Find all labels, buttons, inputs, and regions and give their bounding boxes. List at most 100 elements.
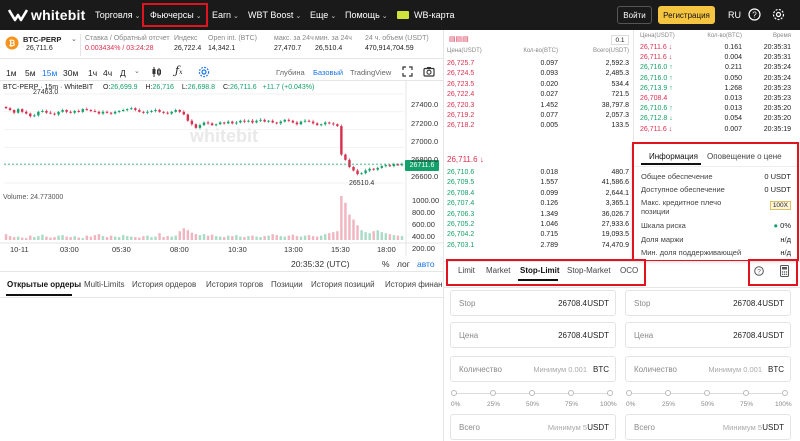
volume-bar (388, 234, 392, 240)
time-tick: 10:30 (228, 245, 247, 254)
fullscreen-icon[interactable] (402, 66, 413, 79)
volume-bar (247, 236, 250, 240)
ask-price[interactable]: 26,718.2 (447, 122, 474, 129)
percent-toggle[interactable]: % (382, 259, 390, 269)
volume-tick: 200.00 (412, 244, 435, 253)
volume-tick: 600.00 (412, 220, 435, 229)
price-tick: 27400.0 (411, 100, 439, 109)
sell-price-input[interactable]: Цена 26708.4 USDT (625, 322, 791, 348)
volume-tick: 1000.00 (412, 196, 440, 205)
order-tab-stop-limit[interactable]: Stop-Limit (520, 266, 560, 275)
bid-price[interactable]: 26,709.5 (447, 179, 474, 186)
order-tab-stop-market[interactable]: Stop-Market (567, 266, 611, 275)
tab-finance-history[interactable]: История финансов (385, 280, 443, 289)
nav-wb-card[interactable]: WB-карта (397, 10, 454, 20)
candle-type-icon[interactable] (150, 66, 162, 80)
tab-price-alert[interactable]: Оповещение о цене (707, 152, 782, 161)
volume-bar (263, 236, 266, 240)
tab-positions[interactable]: Позиции (271, 280, 303, 289)
indicators-icon[interactable]: ƒx (175, 64, 182, 77)
bid-price[interactable]: 26,703.1 (447, 242, 474, 249)
calculator-icon[interactable] (780, 265, 789, 279)
log-toggle[interactable]: лог (397, 259, 410, 269)
language-selector[interactable]: RU (728, 10, 741, 20)
screenshot-icon[interactable] (423, 66, 435, 79)
volume-bar (392, 235, 396, 240)
book-view-icons[interactable]: ▤ ▤ ▤ (449, 35, 469, 43)
whitebit-logo[interactable]: whitebit (7, 7, 85, 23)
more-intervals-icon[interactable]: ⌄ (134, 67, 140, 75)
ask-price[interactable]: 26,719.2 (447, 112, 474, 119)
bid-price[interactable]: 26,705.2 (447, 221, 474, 228)
svg-text:?: ? (752, 10, 757, 19)
nav-futures[interactable]: Фьючерсы ⌄ (150, 10, 202, 20)
pair-name[interactable]: BTC-PERP (23, 35, 61, 44)
sell-stop-input[interactable]: Stop 26708.4 USDT (625, 290, 791, 316)
nav-more[interactable]: Еще ⌄ (310, 10, 336, 20)
tab-multi-limits[interactable]: Multi-Limits (84, 280, 124, 289)
interval-30m[interactable]: 30м (63, 68, 78, 78)
volume-bar (291, 234, 295, 240)
nav-wbt-boost[interactable]: WBT Boost ⌄ (248, 10, 301, 20)
ask-price[interactable]: 26,724.5 (447, 70, 474, 77)
sell-total-input[interactable]: Всего Минимум 5 USDT (625, 414, 791, 440)
ask-price[interactable]: 26,723.5 (447, 81, 474, 88)
interval-5m[interactable]: 5м (25, 68, 36, 78)
candle-body (105, 111, 109, 113)
ask-price[interactable]: 26,722.4 (447, 91, 474, 98)
time-tick: 03:00 (60, 245, 79, 254)
order-tab-limit[interactable]: Limit (458, 266, 475, 275)
buy-price-input[interactable]: Цена 26708.4 USDT (450, 322, 616, 348)
buy-stop-input[interactable]: Stop 26708.4 USDT (450, 290, 616, 316)
tab-trade-history[interactable]: История торгов (206, 280, 263, 289)
candle-body (49, 112, 52, 114)
interval-1h[interactable]: 1ч (88, 68, 97, 78)
tab-order-history[interactable]: История ордеров (132, 280, 196, 289)
tab-information[interactable]: Информация (649, 152, 698, 161)
view-basic[interactable]: Базовый (313, 68, 343, 77)
nav-earn[interactable]: Earn ⌄ (212, 10, 239, 20)
interval-1m[interactable]: 1м (6, 68, 17, 78)
candle-body (150, 110, 153, 112)
bid-price[interactable]: 26,707.4 (447, 200, 474, 207)
bid-price[interactable]: 26,708.4 (447, 190, 474, 197)
volume-bar (130, 236, 133, 240)
interval-4h[interactable]: 4ч (103, 68, 112, 78)
buy-quantity-input[interactable]: Количество Минимум 0.001 BTC (450, 356, 616, 382)
nav-trading[interactable]: Торговля ⌄ (95, 10, 140, 20)
candle-body (319, 124, 323, 126)
tab-open-orders[interactable]: Открытые ордеры (7, 280, 81, 289)
login-button[interactable]: Войти (617, 6, 652, 24)
tab-position-history[interactable]: История позиций (311, 280, 375, 289)
candle-body (158, 110, 161, 112)
nav-help[interactable]: Помощь ⌄ (345, 10, 388, 20)
bid-price[interactable]: 26,704.2 (447, 231, 474, 238)
help-icon[interactable]: ? (748, 8, 761, 23)
chart-settings-icon[interactable] (198, 66, 210, 80)
register-button[interactable]: Регистрация (658, 6, 715, 24)
book-step[interactable]: 0.1 (611, 35, 629, 45)
order-help-icon[interactable]: ? (754, 266, 764, 278)
bid-price[interactable]: 26,710.6 (447, 169, 474, 176)
settings-icon[interactable] (772, 8, 785, 23)
view-tradingview[interactable]: TradingView (350, 68, 391, 77)
interval-1d[interactable]: Д (120, 68, 126, 78)
bid-price[interactable]: 26,706.3 (447, 211, 474, 218)
volume-bar (61, 235, 64, 240)
price-chart[interactable]: whitebit (0, 80, 443, 256)
pair-dropdown-icon[interactable]: ⌄ (71, 35, 77, 43)
pair-price: 26,711.6 (26, 45, 53, 52)
auto-toggle[interactable]: авто (417, 259, 435, 269)
ask-qty: 1.452 (540, 101, 558, 109)
ask-price[interactable]: 26,725.7 (447, 60, 474, 67)
sell-quantity-input[interactable]: Количество Минимум 0.001 BTC (625, 356, 791, 382)
volume-bar (174, 235, 177, 240)
interval-15m[interactable]: 15м (42, 68, 57, 78)
order-tab-market[interactable]: Market (486, 266, 510, 275)
ask-price[interactable]: 26,720.3 (447, 102, 474, 109)
book-col-total: Всего(USDT) (592, 48, 629, 54)
view-depth[interactable]: Глубина (276, 68, 305, 77)
volume-bar (73, 236, 76, 240)
order-tab-oco[interactable]: OCO (620, 266, 638, 275)
buy-total-input[interactable]: Всего Минимум 5 USDT (450, 414, 616, 440)
